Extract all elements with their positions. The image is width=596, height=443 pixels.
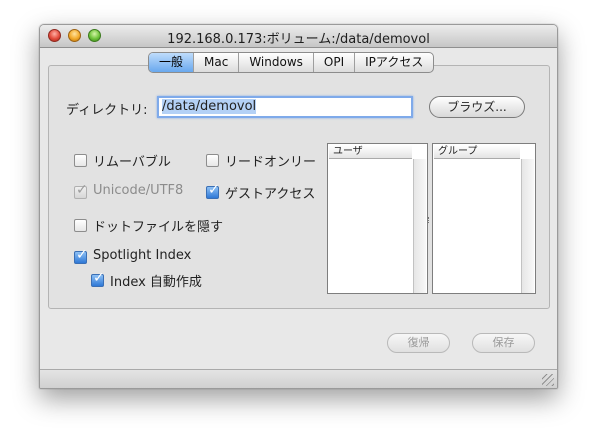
status-bar (40, 369, 557, 388)
tab-general[interactable]: 一般 (149, 53, 195, 72)
users-list-header[interactable]: ユーザ (329, 145, 412, 159)
removable-label: リムーバブル (93, 155, 171, 170)
window-title: 192.168.0.173:ボリューム:/data/demovol (167, 32, 430, 47)
users-list[interactable]: ユーザ (327, 143, 428, 294)
auto-index-checkbox[interactable]: ✓ (91, 270, 105, 287)
hide-dotfiles-checkbox[interactable] (74, 219, 87, 232)
tab-ip-access[interactable]: IPアクセス (355, 53, 433, 72)
checkmark-icon: ✓ (76, 247, 88, 263)
checkmark-icon: ✓ (208, 182, 220, 198)
save-button: 保存 (472, 333, 535, 353)
groups-list[interactable]: グループ (432, 143, 536, 294)
tab-opi[interactable]: OPI (314, 53, 356, 72)
guest-access-checkbox[interactable]: ✓ (206, 182, 220, 199)
auto-index-label: Index 自動作成 (110, 275, 202, 290)
tab-mac[interactable]: Mac (194, 53, 240, 72)
spotlight-index-label: Spotlight Index (93, 248, 192, 263)
readonly-label: リードオンリー (225, 155, 317, 170)
directory-field[interactable]: /data/demovol (157, 96, 413, 118)
tab-windows[interactable]: Windows (239, 53, 314, 72)
checkmark-icon: ✓ (76, 182, 88, 198)
tab-bar: 一般 Mac Windows OPI IPアクセス (148, 52, 435, 73)
volume-window: 192.168.0.173:ボリューム:/data/demovol 一般 Mac… (39, 24, 558, 389)
directory-value: /data/demovol (162, 99, 257, 114)
revert-button: 復帰 (387, 333, 450, 353)
spotlight-index-checkbox[interactable]: ✓ (74, 247, 88, 264)
hide-dotfiles-label: ドットファイルを隠す (93, 220, 224, 235)
removable-checkbox[interactable] (74, 154, 87, 167)
readonly-checkbox[interactable] (206, 154, 219, 167)
groups-list-header[interactable]: グループ (434, 145, 520, 159)
groups-list-scrollbar[interactable] (521, 159, 534, 293)
directory-label: ディレクトリ: (66, 103, 148, 118)
guest-access-label: ゲストアクセス (225, 187, 316, 202)
title-bar[interactable]: 192.168.0.173:ボリューム:/data/demovol (40, 25, 557, 48)
checkmark-icon: ✓ (93, 270, 105, 286)
resize-grip-icon[interactable] (542, 374, 554, 386)
browse-button[interactable]: ブラウズ... (429, 96, 525, 118)
users-list-scrollbar[interactable] (413, 159, 426, 293)
unicode-label: Unicode/UTF8 (93, 183, 184, 198)
unicode-checkbox: ✓ (74, 182, 88, 199)
